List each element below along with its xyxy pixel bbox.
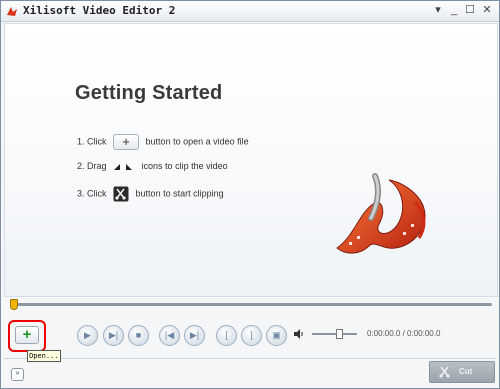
step-1-prefix: 1. Click: [77, 136, 107, 147]
mark-in-button[interactable]: [: [216, 325, 237, 346]
cut-icon: [439, 366, 450, 378]
time-display: 0:00:00.0 / 0:00:00.0: [367, 329, 441, 338]
step-2-prefix: 2. Drag: [77, 161, 107, 171]
menu-dropdown-button[interactable]: ▾: [431, 4, 445, 17]
step-2-suffix: icons to clip the video: [141, 161, 228, 171]
clip-markers-icon: [114, 164, 133, 171]
timeline-track[interactable]: [10, 303, 492, 306]
snapshot-button[interactable]: ▣: [266, 325, 287, 346]
window-title: Xilisoft Video Editor 2: [23, 4, 176, 17]
bottom-divider: [4, 358, 496, 359]
timeline-bar[interactable]: [4, 297, 496, 315]
step-2: 2. Drag icons to clip the video: [77, 161, 228, 171]
next-button[interactable]: ▶|: [184, 325, 205, 346]
cut-sample-icon: [113, 186, 129, 202]
step-1: 1. Click + button to open a video file: [77, 134, 249, 150]
open-file-sample-button: +: [113, 134, 140, 150]
volume-slider-handle[interactable]: [336, 329, 343, 339]
getting-started-heading: Getting Started: [75, 82, 223, 104]
add-file-button[interactable]: +: [15, 326, 39, 344]
play-button[interactable]: ▶: [77, 325, 98, 346]
maximize-button[interactable]: ☐: [463, 4, 477, 17]
step-3: 3. Click button to start clipping: [77, 186, 224, 202]
close-button[interactable]: ✕: [480, 4, 494, 17]
minimize-button[interactable]: _: [447, 4, 461, 17]
step-3-suffix: button to start clipping: [135, 188, 224, 199]
volume-icon[interactable]: [294, 329, 304, 339]
previous-button[interactable]: |◀: [159, 325, 180, 346]
preview-area: Getting Started 1. Click + button to ope…: [4, 23, 498, 297]
step-1-suffix: button to open a video file: [145, 136, 249, 147]
film-strip-logo-icon: [336, 173, 426, 254]
app-logo-icon: [7, 7, 17, 16]
open-tooltip: Open...: [27, 350, 61, 362]
cut-label: Cut: [459, 367, 473, 376]
app-window: Xilisoft Video Editor 2 ▾ _ ☐ ✕ Getting …: [0, 0, 500, 389]
expand-panel-button[interactable]: »: [11, 368, 24, 381]
step-3-prefix: 3. Click: [77, 188, 107, 199]
step-forward-button[interactable]: ▶|: [103, 325, 124, 346]
title-bar[interactable]: Xilisoft Video Editor 2 ▾ _ ☐ ✕: [1, 1, 499, 22]
stop-button[interactable]: ■: [128, 325, 149, 346]
volume-slider-track[interactable]: [312, 333, 357, 335]
playhead-handle[interactable]: [10, 299, 18, 310]
mark-out-button[interactable]: ]: [241, 325, 262, 346]
